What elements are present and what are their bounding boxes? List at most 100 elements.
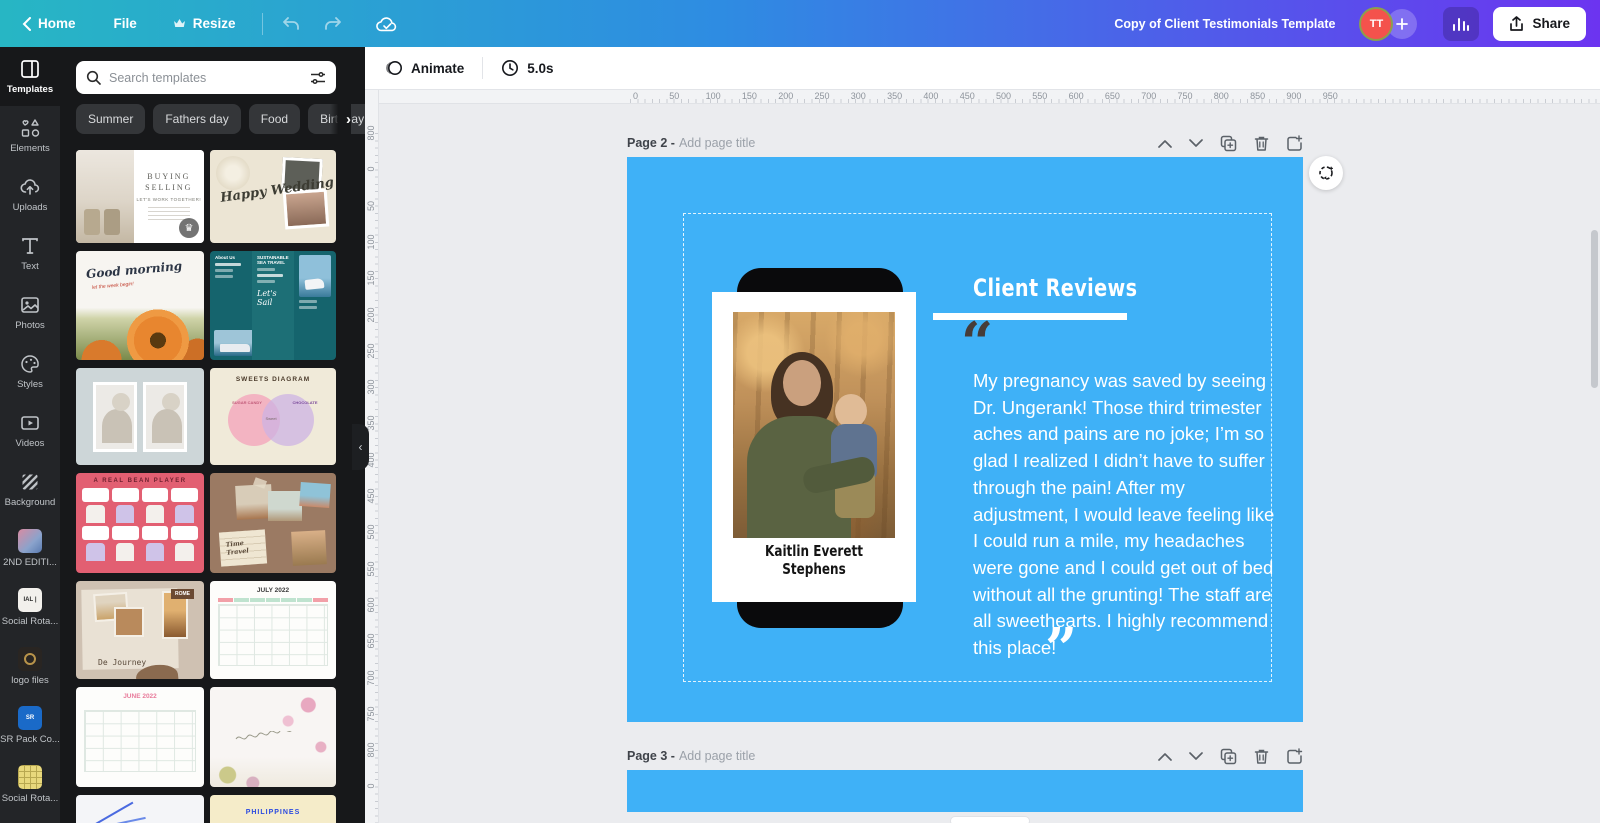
folder-thumbnail	[18, 765, 42, 789]
client-name[interactable]: Kaitlin Everett Stephens	[712, 542, 916, 578]
move-page-down-icon[interactable]	[1189, 751, 1203, 761]
page3-label: Page 3 -	[627, 749, 675, 763]
testimonial-text[interactable]: My pregnancy was saved by seeing Dr. Ung…	[973, 368, 1303, 662]
save-status-button[interactable]	[375, 14, 399, 34]
redo-button[interactable]	[323, 15, 343, 33]
filter-icon[interactable]	[310, 71, 326, 85]
resize-menu[interactable]: Resize	[173, 16, 236, 31]
sidebar-item-folder-logo-files[interactable]: logo files	[0, 637, 60, 696]
template-thumbnail-family-photos[interactable]	[76, 368, 204, 465]
add-member-button[interactable]	[1387, 8, 1418, 39]
template-thumbnail-bean-player[interactable]: A REAL BEAN PLAYER	[76, 473, 204, 573]
sidebar-item-background[interactable]: Background	[0, 460, 60, 519]
sidebar-item-templates[interactable]: Templates	[0, 47, 60, 106]
delete-page-icon[interactable]	[1254, 135, 1269, 152]
template-thumbnail-time-travel[interactable]: Time Travel	[210, 473, 336, 573]
ruler-label: 450	[959, 91, 975, 101]
move-page-up-icon[interactable]	[1158, 752, 1172, 761]
closing-quote[interactable]: ”	[1045, 621, 1077, 677]
search-box[interactable]	[76, 61, 336, 94]
home-button[interactable]: Home	[22, 16, 76, 31]
add-page-icon[interactable]	[1286, 134, 1303, 152]
template-thumbnail-philippines[interactable]: PHILIPPINES	[210, 795, 336, 823]
chip-fathers-day[interactable]: Fathers day	[153, 104, 241, 134]
polaroid-card[interactable]: Kaitlin Everett Stephens	[712, 292, 916, 602]
ruler-label: 200	[778, 91, 794, 101]
client-photo[interactable]	[733, 312, 895, 538]
vertical-scrollbar[interactable]	[1591, 230, 1598, 388]
back-chevron-icon	[22, 16, 31, 31]
ruler-label: 750	[1177, 91, 1193, 101]
document-title[interactable]: Copy of Client Testimonials Template	[1114, 17, 1335, 31]
share-button[interactable]: Share	[1493, 6, 1586, 41]
avatar[interactable]: TT	[1361, 8, 1392, 39]
background-icon	[22, 474, 38, 490]
add-page-icon[interactable]	[1286, 747, 1303, 765]
template-thumbnail-happy-wedding[interactable]: Happy Wedding	[210, 150, 336, 243]
chip-summer[interactable]: Summer	[76, 104, 146, 134]
sidebar-item-folder-sr-pack[interactable]: SR SR Pack Co...	[0, 696, 60, 755]
ruler-label: 650	[1104, 91, 1120, 101]
template-thumbnail-pink-flowers[interactable]	[210, 687, 336, 787]
sidebar-item-folder-2nd-edition[interactable]: 2ND EDITI...	[0, 519, 60, 578]
page3-canvas[interactable]	[627, 770, 1303, 812]
page2-label: Page 2 -	[627, 136, 675, 150]
client-reviews-heading[interactable]: Client Reviews	[973, 274, 1179, 302]
delete-page-icon[interactable]	[1254, 748, 1269, 765]
ruler-label: 300	[366, 379, 376, 395]
sidebar-item-uploads[interactable]: Uploads	[0, 165, 60, 224]
template-thumbnail-de-journey[interactable]: ROME De Journey	[76, 581, 204, 679]
regenerate-button[interactable]	[1309, 156, 1343, 190]
sidebar-item-folder-social-rota-2[interactable]: Social Rota...	[0, 755, 60, 814]
filter-chips: Summer Fathers day Food Birthday	[76, 104, 365, 134]
move-page-up-icon[interactable]	[1158, 139, 1172, 148]
ruler-label: 800	[1213, 91, 1229, 101]
search-input[interactable]	[109, 70, 302, 85]
home-label: Home	[38, 16, 76, 31]
template-thumbnail-good-morning[interactable]: Good morning let the week begin!	[76, 251, 204, 360]
animate-button[interactable]: Animate	[383, 59, 464, 77]
template-thumbnail-july-calendar[interactable]: JULY 2022	[210, 581, 336, 679]
page3-actions	[1158, 747, 1303, 765]
sidebar-item-photos[interactable]: Photos	[0, 283, 60, 342]
template-thumbnail-sea-travel[interactable]: About Us SUSTAINABLE SEA TRAVEL Let's Sa…	[210, 251, 336, 360]
ruler-label: 250	[814, 91, 830, 101]
duration-button[interactable]: 5.0s	[501, 59, 554, 77]
page2-title-input[interactable]: Add page title	[679, 136, 755, 150]
canva-editor: Home File Resize Copy of Client Testimon…	[0, 0, 1600, 823]
sidebar-item-videos[interactable]: Videos	[0, 401, 60, 460]
share-icon	[1510, 15, 1524, 31]
template-thumbnail-june-calendar[interactable]: JUNE 2022	[76, 687, 204, 787]
bar-chart-icon	[1453, 17, 1470, 31]
redo-icon	[324, 16, 341, 30]
chips-scroll-right[interactable]: ›	[330, 104, 351, 134]
pro-crown-badge: ♛	[179, 218, 199, 238]
page3-title-input[interactable]: Add page title	[679, 749, 755, 763]
undo-button[interactable]	[281, 15, 301, 33]
ruler-label: 400	[923, 91, 939, 101]
template-thumbnail-buying-selling[interactable]: BUYING SELLING LET'S WORK TOGETHER! ♛	[76, 150, 204, 243]
duplicate-page-icon[interactable]	[1220, 135, 1237, 152]
chip-food[interactable]: Food	[248, 104, 301, 134]
ruler-label: 250	[366, 343, 376, 359]
duplicate-page-icon[interactable]	[1220, 748, 1237, 765]
ruler-label: 700	[366, 669, 376, 686]
floating-toolbar-partial[interactable]	[950, 816, 1030, 823]
cloud-check-icon	[375, 16, 396, 31]
move-page-down-icon[interactable]	[1189, 138, 1203, 148]
insights-button[interactable]	[1443, 6, 1480, 41]
template-thumbnail-partial[interactable]	[76, 795, 204, 823]
sidebar-item-folder-social-rota-1[interactable]: IAL | Social Rota...	[0, 578, 60, 637]
videos-icon	[21, 416, 39, 430]
sidebar-item-styles[interactable]: Styles	[0, 342, 60, 401]
ruler-label: 550	[1032, 91, 1048, 101]
page2-canvas[interactable]: Kaitlin Everett Stephens Client Reviews …	[627, 157, 1303, 722]
ruler-label: 750	[366, 706, 376, 722]
sidebar-item-text[interactable]: Text	[0, 224, 60, 283]
ruler-label: 0	[633, 91, 639, 101]
file-menu[interactable]: File	[114, 16, 137, 31]
template-thumbnail-sweets-diagram[interactable]: SWEETS DIAGRAM SUGAR CANDY CHOCOLATE Swe…	[210, 368, 336, 465]
sidebar-item-elements[interactable]: Elements	[0, 106, 60, 165]
opening-quote[interactable]: “	[961, 315, 993, 371]
panel-collapse-handle[interactable]: ‹	[352, 424, 369, 470]
